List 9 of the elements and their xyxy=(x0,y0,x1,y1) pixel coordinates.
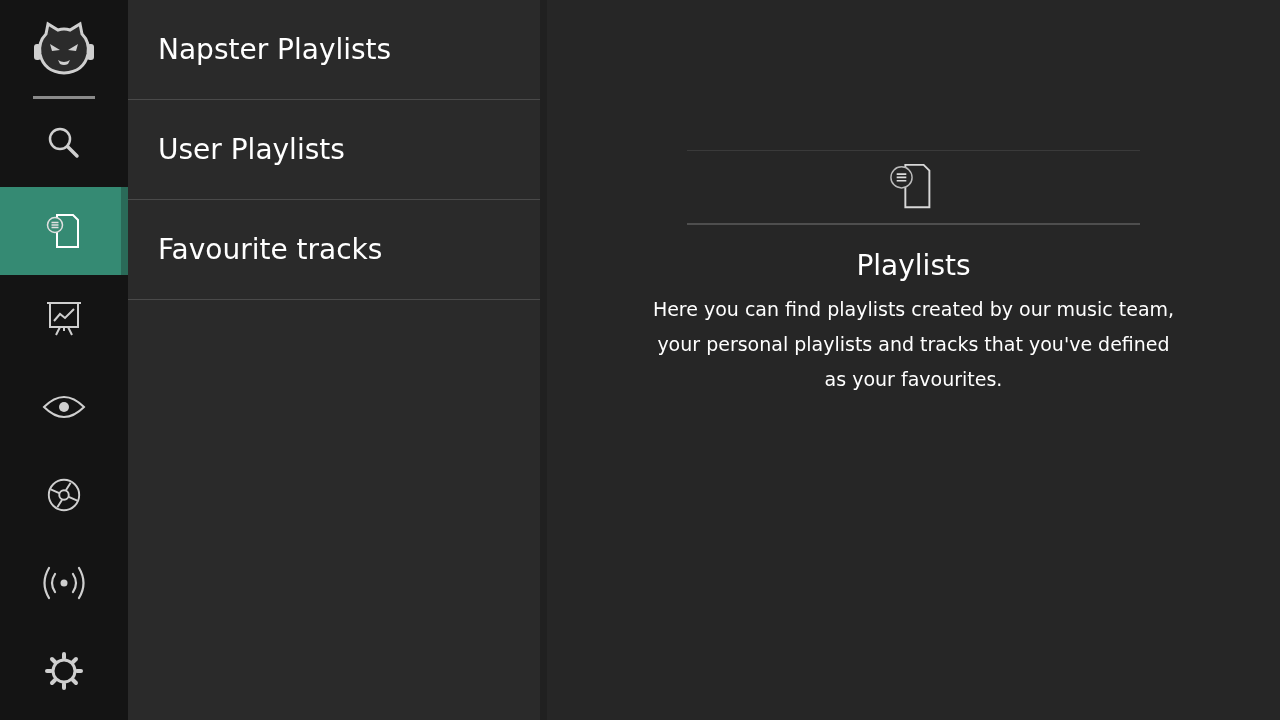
broadcast-icon xyxy=(40,566,88,600)
menu-item[interactable]: Napster Playlists xyxy=(128,0,540,100)
content-description: Here you can find playlists created by our music team, your personal playlists and tracks that you've defined as your favourites. xyxy=(651,297,1176,392)
cat-headphones-logo-icon[interactable] xyxy=(32,20,96,76)
settings-icon xyxy=(44,651,84,691)
menu-item[interactable]: User Playlists xyxy=(128,100,540,200)
disc-icon xyxy=(45,476,83,514)
menu-item[interactable]: Favourite tracks xyxy=(128,200,540,300)
content-title: Playlists xyxy=(856,249,971,282)
